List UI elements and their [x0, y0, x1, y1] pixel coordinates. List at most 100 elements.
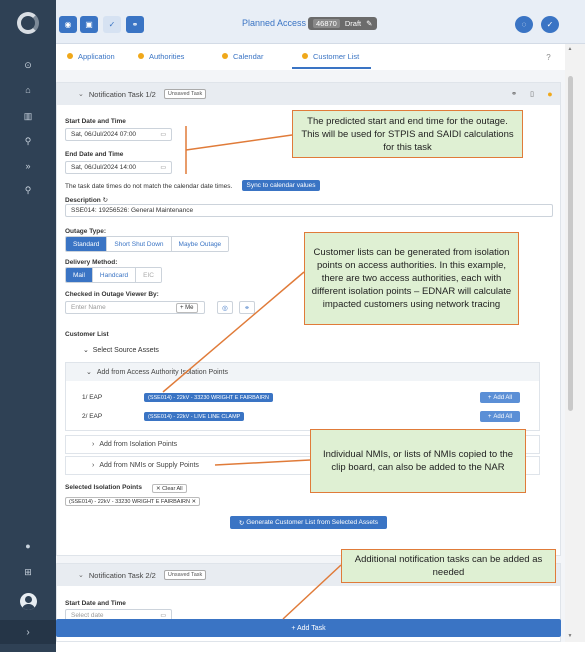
delivery-eic-option[interactable]: EIC [136, 268, 161, 282]
tab-authorities[interactable]: Authorities [138, 52, 184, 69]
scrollbar-thumb[interactable] [568, 76, 573, 411]
gift-icon[interactable]: ⊞ [18, 562, 38, 582]
clear-all-label: Clear All [162, 485, 183, 492]
customer-list-label: Customer List [65, 331, 109, 338]
zoom-icon[interactable]: ⚲ [18, 180, 38, 200]
page-title: Planned Access [242, 18, 307, 28]
outage-standard-option[interactable]: Standard [66, 237, 108, 251]
comments-button[interactable]: ◌ [515, 16, 533, 33]
chevron-down-icon: ⌄ [83, 347, 89, 354]
scroll-up-icon[interactable]: ▲ [566, 46, 574, 52]
chevron-right-icon: › [92, 462, 95, 469]
save-button[interactable]: ▣ [80, 16, 98, 33]
edit-icon[interactable]: ✎ [366, 19, 372, 28]
add-all-button[interactable]: + Add All [480, 411, 520, 422]
add-task-button[interactable]: + Add Task [56, 619, 561, 637]
warning-dot-icon [67, 53, 73, 59]
calendar-icon[interactable]: ▭ [160, 131, 166, 138]
delivery-method-label: Delivery Method: [65, 259, 118, 266]
note-start-end-time: The predicted start and end time for the… [292, 110, 523, 158]
status-badge: 46870 Draft ✎ [308, 17, 378, 30]
chart-icon[interactable]: ▥ [18, 106, 38, 126]
description-label-text: Description [65, 197, 101, 204]
description-input[interactable]: SSE014: 19256526: General Maintenance [65, 204, 553, 217]
plus-icon: + [487, 413, 492, 420]
selected-isolation-label: Selected Isolation Points [65, 484, 142, 491]
help-icon[interactable]: ? [543, 52, 554, 63]
refresh-icon[interactable]: ↻ [103, 197, 108, 204]
delete-icon[interactable]: ▯ [527, 89, 537, 99]
view-button[interactable]: ◉ [59, 16, 77, 33]
chevron-down-icon: ⌄ [86, 369, 92, 376]
tab-label: Authorities [149, 52, 185, 61]
dashboard-icon[interactable]: ⊙ [18, 55, 38, 75]
note-additional-tasks: Additional notification tasks can be add… [341, 549, 556, 583]
status-text: Draft [344, 19, 362, 28]
unsaved-badge: Unsaved Task [163, 570, 207, 580]
select-source-label: Select Source Assets [92, 347, 159, 354]
avatar[interactable] [20, 593, 37, 610]
description-label: Description ↻ [65, 196, 108, 204]
warning-dot-icon [222, 53, 228, 59]
chevron-right-icon: › [92, 441, 95, 448]
generate-customer-list-button[interactable]: ↻ Generate Customer List from Selected A… [230, 516, 387, 529]
help-icon[interactable]: ● [18, 536, 38, 556]
delivery-mail-option[interactable]: Mail [66, 268, 93, 282]
start-date-value: Sat, 06/Jul/2024 07:00 [71, 131, 137, 138]
end-date-input[interactable]: Sat, 06/Jul/2024 14:00 ▭ [65, 161, 172, 174]
unsaved-badge: Unsaved Task [163, 89, 207, 99]
link-icon[interactable]: ⚭ [239, 301, 255, 314]
tab-calendar[interactable]: Calendar [222, 52, 263, 69]
refresh-icon: ↻ [238, 519, 245, 527]
tab-customer-list[interactable]: Customer List [292, 52, 371, 69]
access-authority-header[interactable]: ⌄ Add from Access Authority Isolation Poi… [66, 363, 539, 381]
selected-isolation-chip[interactable]: (SSE014) - 22kV - 33230 WRIGHT E FAIRBAI… [65, 497, 201, 506]
outage-type-label: Outage Type: [65, 228, 107, 235]
expand-sidebar-icon[interactable]: › [0, 620, 56, 644]
tab-application[interactable]: Application [67, 52, 115, 69]
start-date-input[interactable]: Sat, 06/Jul/2024 07:00 ▭ [65, 128, 172, 141]
note-customer-lists: Customer lists can be generated from iso… [304, 232, 519, 325]
isolation-row-label: 2/ EAP [82, 413, 103, 420]
target-icon[interactable]: ◎ [217, 301, 233, 314]
fast-forward-icon[interactable]: » [18, 156, 38, 176]
scroll-down-icon[interactable]: ▼ [566, 633, 574, 639]
nar-number: 46870 [313, 19, 340, 28]
task-2-title: Notification Task 2/2 [88, 570, 156, 580]
isolation-row-label: 1/ EAP [82, 394, 103, 401]
end-date-value: Sat, 06/Jul/2024 14:00 [71, 164, 137, 171]
check-button[interactable]: ✓ [103, 16, 121, 33]
calendar-icon[interactable]: ▭ [160, 612, 166, 619]
isolation-point-tag[interactable]: (SSE014) - 22kV - LIVE LINE CLAMP [144, 412, 245, 421]
add-all-button[interactable]: + Add All [480, 392, 520, 403]
start-date-label: Start Date and Time [65, 600, 126, 607]
task-header[interactable]: ⌄ Notification Task 1/2 Unsaved Task ⚭ ▯… [57, 83, 560, 105]
access-authority-panel: ⌄ Add from Access Authority Isolation Poi… [65, 362, 540, 431]
sidebar: ⊙ ⌂ ▥ ⚲ » ⚲ ● ⊞ › [0, 0, 56, 652]
isolation-point-tag[interactable]: (SSE014) - 22kV - 33230 WRIGHT E FAIRBAI… [144, 393, 273, 402]
delivery-handcard-option[interactable]: Handcard [92, 268, 137, 282]
calendar-icon[interactable]: ▭ [160, 164, 166, 171]
close-icon[interactable]: ✕ [191, 499, 196, 505]
me-button[interactable]: + Me [176, 303, 198, 313]
tab-label: Application [78, 52, 115, 61]
home-icon[interactable]: ⌂ [18, 80, 38, 100]
sync-calendar-button[interactable]: Sync to calendar values [242, 180, 320, 191]
clear-all-button[interactable]: ✕ Clear All [152, 484, 187, 493]
search-icon[interactable]: ⚲ [18, 131, 38, 151]
link-icon[interactable]: ⚭ [509, 89, 519, 99]
chevron-down-icon[interactable]: ⌄ [78, 90, 84, 98]
delivery-method-toggle: Mail Handcard EIC [65, 267, 162, 283]
chevron-down-icon[interactable]: ⌄ [78, 571, 84, 579]
warning-icon: ● [547, 89, 553, 99]
plus-icon: + [487, 394, 492, 401]
warning-dot-icon [138, 53, 144, 59]
link-button[interactable]: ⚭ [126, 16, 144, 33]
outage-maybe-option[interactable]: Maybe Outage [171, 237, 229, 251]
outage-short-shutdown-option[interactable]: Short Shut Down [107, 237, 172, 251]
scrollbar[interactable]: ▲ ▼ [565, 44, 585, 642]
approve-button[interactable]: ✓ [541, 16, 559, 33]
select-source-assets[interactable]: ⌄ Select Source Assets [83, 346, 159, 354]
top-bar: ◉ ▣ ✓ ⚭ Planned Access 46870 Draft ✎ ◌ ✓ [56, 0, 585, 44]
warning-dot-icon [302, 53, 308, 59]
